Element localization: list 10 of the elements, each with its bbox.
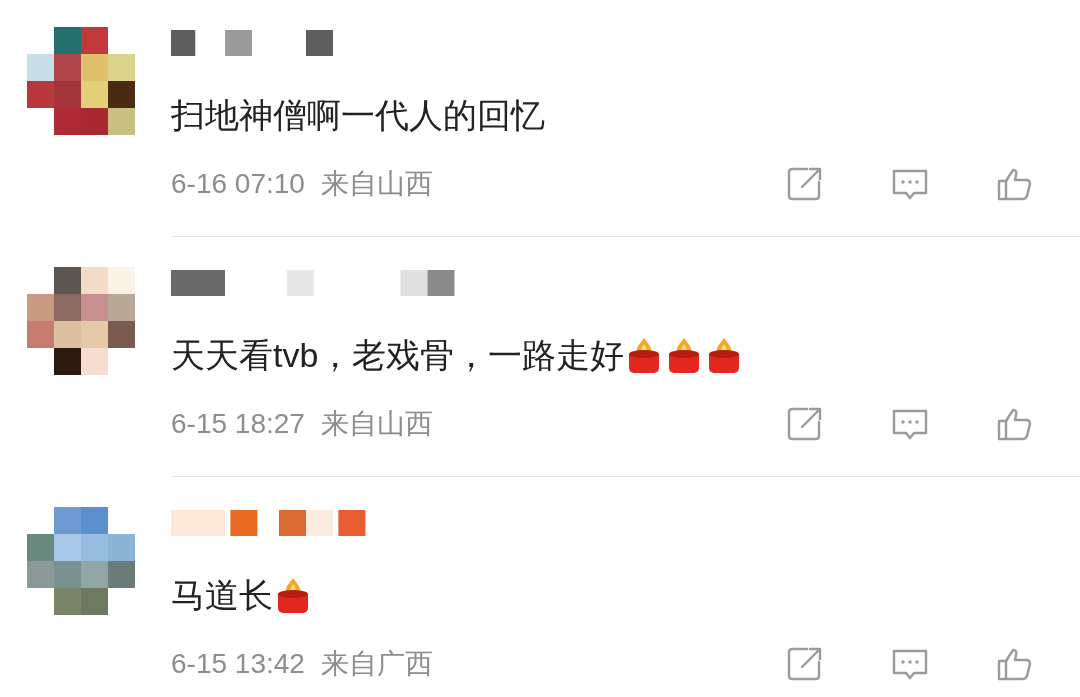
comment-text: 扫地神僧啊一代人的回忆 [171,95,545,136]
comment-text: 天天看tvb，老戏骨，一路走好 [171,335,625,376]
comment-location: 来自广西 [320,647,433,681]
comment-text: 马道长 [171,575,273,616]
comment-location: 来自山西 [320,167,433,201]
comment-time: 6-16 07:10 [171,167,305,201]
comment-location: 来自山西 [320,407,433,441]
candle-icon [275,576,311,614]
comment-time: 6-15 13:42 [171,647,305,681]
comment-time: 6-15 18:27 [171,407,305,441]
